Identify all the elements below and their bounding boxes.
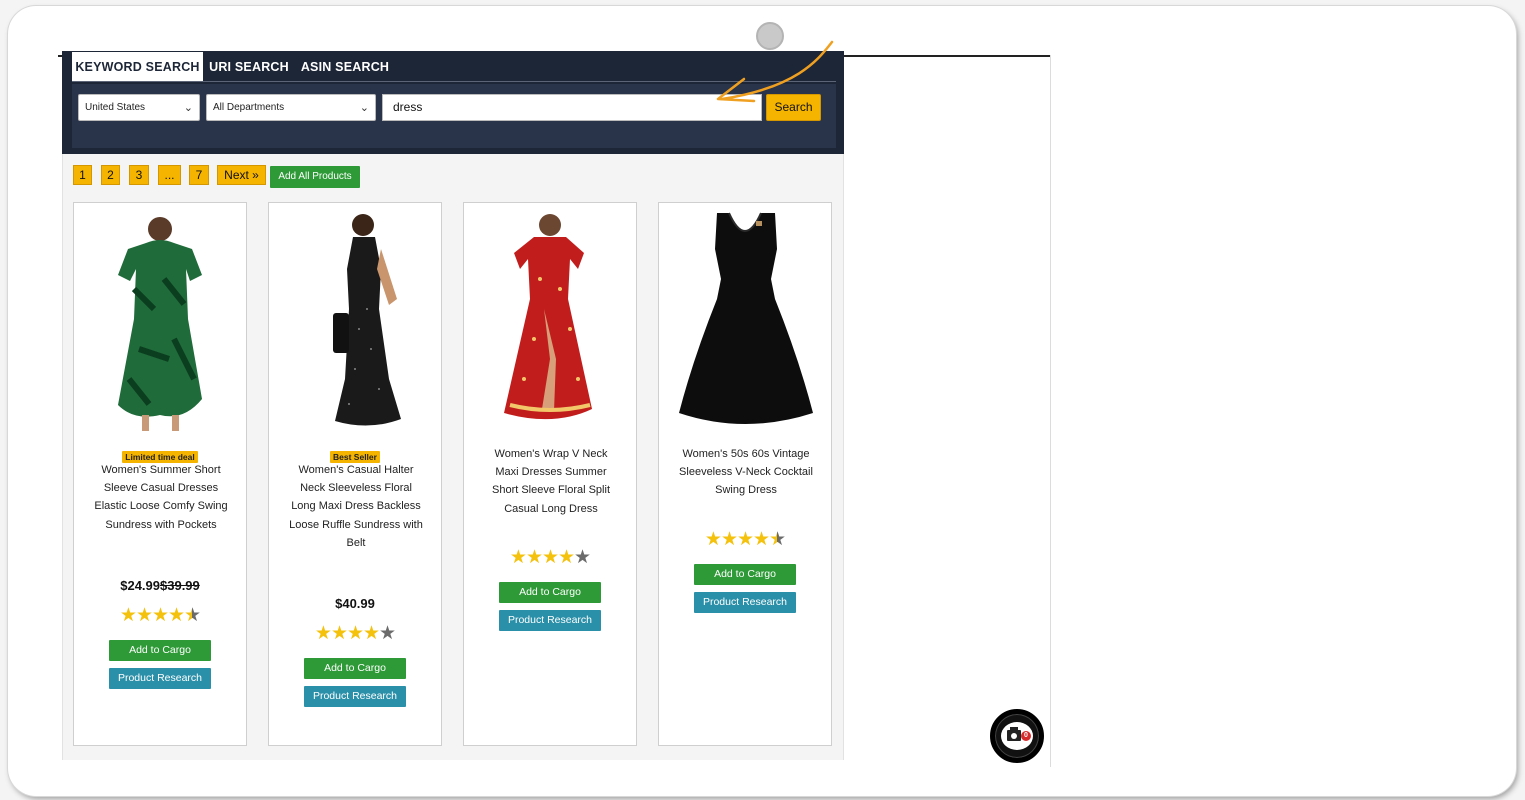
product-title[interactable]: Women's Casual Halter Neck Sleeveless Fl… — [289, 461, 423, 552]
product-image[interactable] — [289, 209, 423, 431]
add-all-products-button[interactable]: Add All Products — [270, 166, 360, 188]
product-image[interactable] — [679, 209, 813, 431]
chevron-down-icon: ⌄ — [359, 102, 369, 114]
product-image[interactable] — [484, 209, 618, 431]
product-title[interactable]: Women's Summer Short Sleeve Casual Dress… — [94, 461, 228, 534]
product-card: Best Seller Women's Casual Halter Neck S… — [268, 202, 442, 746]
star-rating: ★★★★★ — [314, 623, 396, 644]
star-rating: ★★★★★ — [509, 547, 591, 568]
product-price: $24.99$39.99 — [74, 578, 246, 593]
tab-keyword-search[interactable]: KEYWORD SEARCH — [72, 52, 203, 82]
product-research-button[interactable]: Product Research — [304, 686, 406, 707]
current-price: $24.99 — [120, 578, 160, 593]
page-2-button[interactable]: 2 — [101, 165, 120, 185]
star-rating: ★★★★★ — [704, 529, 786, 550]
product-image[interactable] — [94, 209, 228, 431]
cart-count-badge: 0 — [1021, 731, 1031, 741]
product-research-button[interactable]: Product Research — [109, 668, 211, 689]
original-price: $39.99 — [160, 578, 200, 593]
product-price: $40.99 — [269, 596, 441, 611]
add-to-cargo-button[interactable]: Add to Cargo — [304, 658, 406, 679]
star-rating: ★★★★★ — [119, 605, 201, 626]
country-select[interactable]: United States ⌄ — [78, 94, 200, 121]
product-title[interactable]: Women's Wrap V Neck Maxi Dresses Summer … — [484, 445, 618, 518]
tab-asin-search[interactable]: ASIN SEARCH — [298, 52, 392, 82]
country-select-value: United States — [85, 102, 146, 113]
add-to-cargo-button[interactable]: Add to Cargo — [694, 564, 796, 585]
page-ellipsis: ... — [158, 165, 181, 185]
product-card: Limited time deal Women's Summer Short S… — [73, 202, 247, 746]
annotation-arrow-icon — [716, 40, 834, 103]
add-to-cargo-button[interactable]: Add to Cargo — [109, 640, 211, 661]
tab-uri-search[interactable]: URI SEARCH — [207, 52, 291, 82]
department-select-value: All Departments — [213, 102, 285, 113]
current-price: $40.99 — [335, 596, 375, 611]
page-7-button[interactable]: 7 — [189, 165, 209, 185]
chevron-down-icon: ⌄ — [183, 102, 193, 114]
add-to-cargo-button[interactable]: Add to Cargo — [499, 582, 601, 603]
product-research-button[interactable]: Product Research — [694, 592, 796, 613]
next-page-button[interactable]: Next » — [217, 165, 266, 185]
page-3-button[interactable]: 3 — [129, 165, 149, 185]
product-title[interactable]: Women's 50s 60s Vintage Sleeveless V-Nec… — [679, 445, 813, 500]
product-card: Women's Wrap V Neck Maxi Dresses Summer … — [463, 202, 637, 746]
product-research-button[interactable]: Product Research — [499, 610, 601, 631]
page-1-button[interactable]: 1 — [73, 165, 92, 185]
content-right-edge — [1050, 55, 1051, 767]
department-select[interactable]: All Departments ⌄ — [206, 94, 376, 121]
cargo-cart-widget[interactable]: 0 — [990, 709, 1044, 763]
product-card: Women's 50s 60s Vintage Sleeveless V-Nec… — [658, 202, 832, 746]
